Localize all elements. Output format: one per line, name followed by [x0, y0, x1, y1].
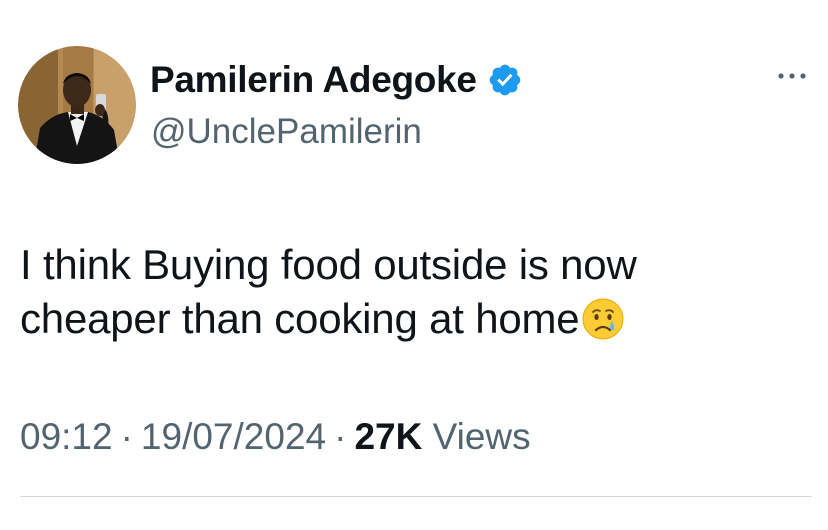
views-label: Views — [432, 416, 531, 457]
crying-face-emoji-icon — [581, 297, 625, 341]
more-options-icon[interactable] — [776, 64, 808, 88]
meta-separator: · — [120, 416, 133, 457]
divider — [20, 496, 812, 497]
verified-badge-icon[interactable] — [487, 62, 523, 98]
tweet-text-line-2: cheaper than cooking at home — [20, 292, 800, 346]
avatar-photo-icon — [18, 46, 136, 164]
tweet-card: Pamilerin Adegoke @UnclePamilerin I thin… — [0, 0, 828, 530]
tweet-date[interactable]: 19/07/2024 — [141, 416, 326, 457]
tweet-text: I think Buying food outside is now cheap… — [20, 238, 800, 346]
meta-separator-2: · — [334, 416, 347, 457]
tweet-text-line-1: I think Buying food outside is now — [20, 241, 637, 288]
author-handle[interactable]: @UnclePamilerin — [151, 112, 422, 152]
tweet-text-line-2-content: cheaper than cooking at home — [20, 295, 580, 342]
tweet-meta: 09:12 · 19/07/2024 · 27K Views — [20, 416, 531, 458]
author-name-row[interactable]: Pamilerin Adegoke — [150, 58, 523, 102]
avatar[interactable] — [18, 46, 136, 164]
author-display-name[interactable]: Pamilerin Adegoke — [150, 59, 477, 101]
views-count: 27K — [354, 416, 423, 457]
tweet-time[interactable]: 09:12 — [20, 416, 113, 457]
